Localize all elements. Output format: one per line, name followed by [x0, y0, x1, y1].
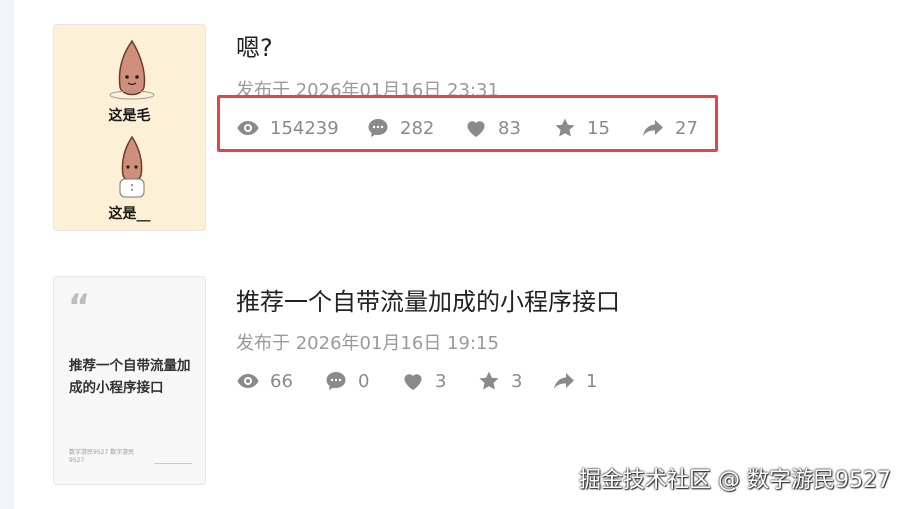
share-icon — [554, 373, 574, 389]
comments-count: 0 — [358, 370, 370, 392]
favorites-count: 3 — [511, 370, 523, 392]
highlight-annotation-box — [217, 95, 718, 152]
post-title[interactable]: 嗯? — [236, 28, 273, 63]
eye-icon — [237, 374, 259, 388]
star-icon — [479, 371, 499, 390]
quote-icon: “ — [68, 287, 91, 327]
shares-stat[interactable]: 1 — [552, 369, 597, 393]
comment-icon — [326, 372, 346, 390]
heart-icon — [404, 374, 422, 390]
thumbnail-divider — [154, 463, 192, 464]
views-count: 66 — [270, 370, 293, 392]
post-thumbnail[interactable]: “ 推荐一个自带流量加成的小程序接口 数字游民9527 数字游民9527 — [53, 276, 206, 485]
character-illustration-top — [109, 39, 155, 100]
thumbnail-title: 推荐一个自带流量加成的小程序接口 — [69, 358, 191, 396]
post-date: 发布于 2026年01月16日 19:15 — [236, 333, 499, 354]
left-gutter — [0, 0, 14, 509]
shares-count: 1 — [586, 370, 598, 392]
thumbnail-caption: 这是__ — [108, 206, 151, 222]
views-stat: 66 — [236, 369, 324, 393]
thumbnail-footer: 数字游民9527 数字游民9527 — [69, 449, 135, 464]
post-title[interactable]: 推荐一个自带流量加成的小程序接口 — [236, 282, 620, 317]
comments-stat[interactable]: 0 — [324, 369, 401, 393]
thumbnail-caption: 这是毛 — [108, 108, 151, 124]
post-thumbnail[interactable]: 这是毛 这是__ — [53, 24, 206, 231]
watermark: 掘金技术社区 @ 数字游民9527 — [579, 468, 891, 493]
character-illustration-bottom — [119, 135, 145, 198]
favorites-stat[interactable]: 3 — [477, 369, 552, 393]
likes-stat[interactable]: 3 — [401, 369, 477, 393]
likes-count: 3 — [435, 370, 447, 392]
post-stats: 66 0 3 3 1 — [236, 369, 597, 393]
